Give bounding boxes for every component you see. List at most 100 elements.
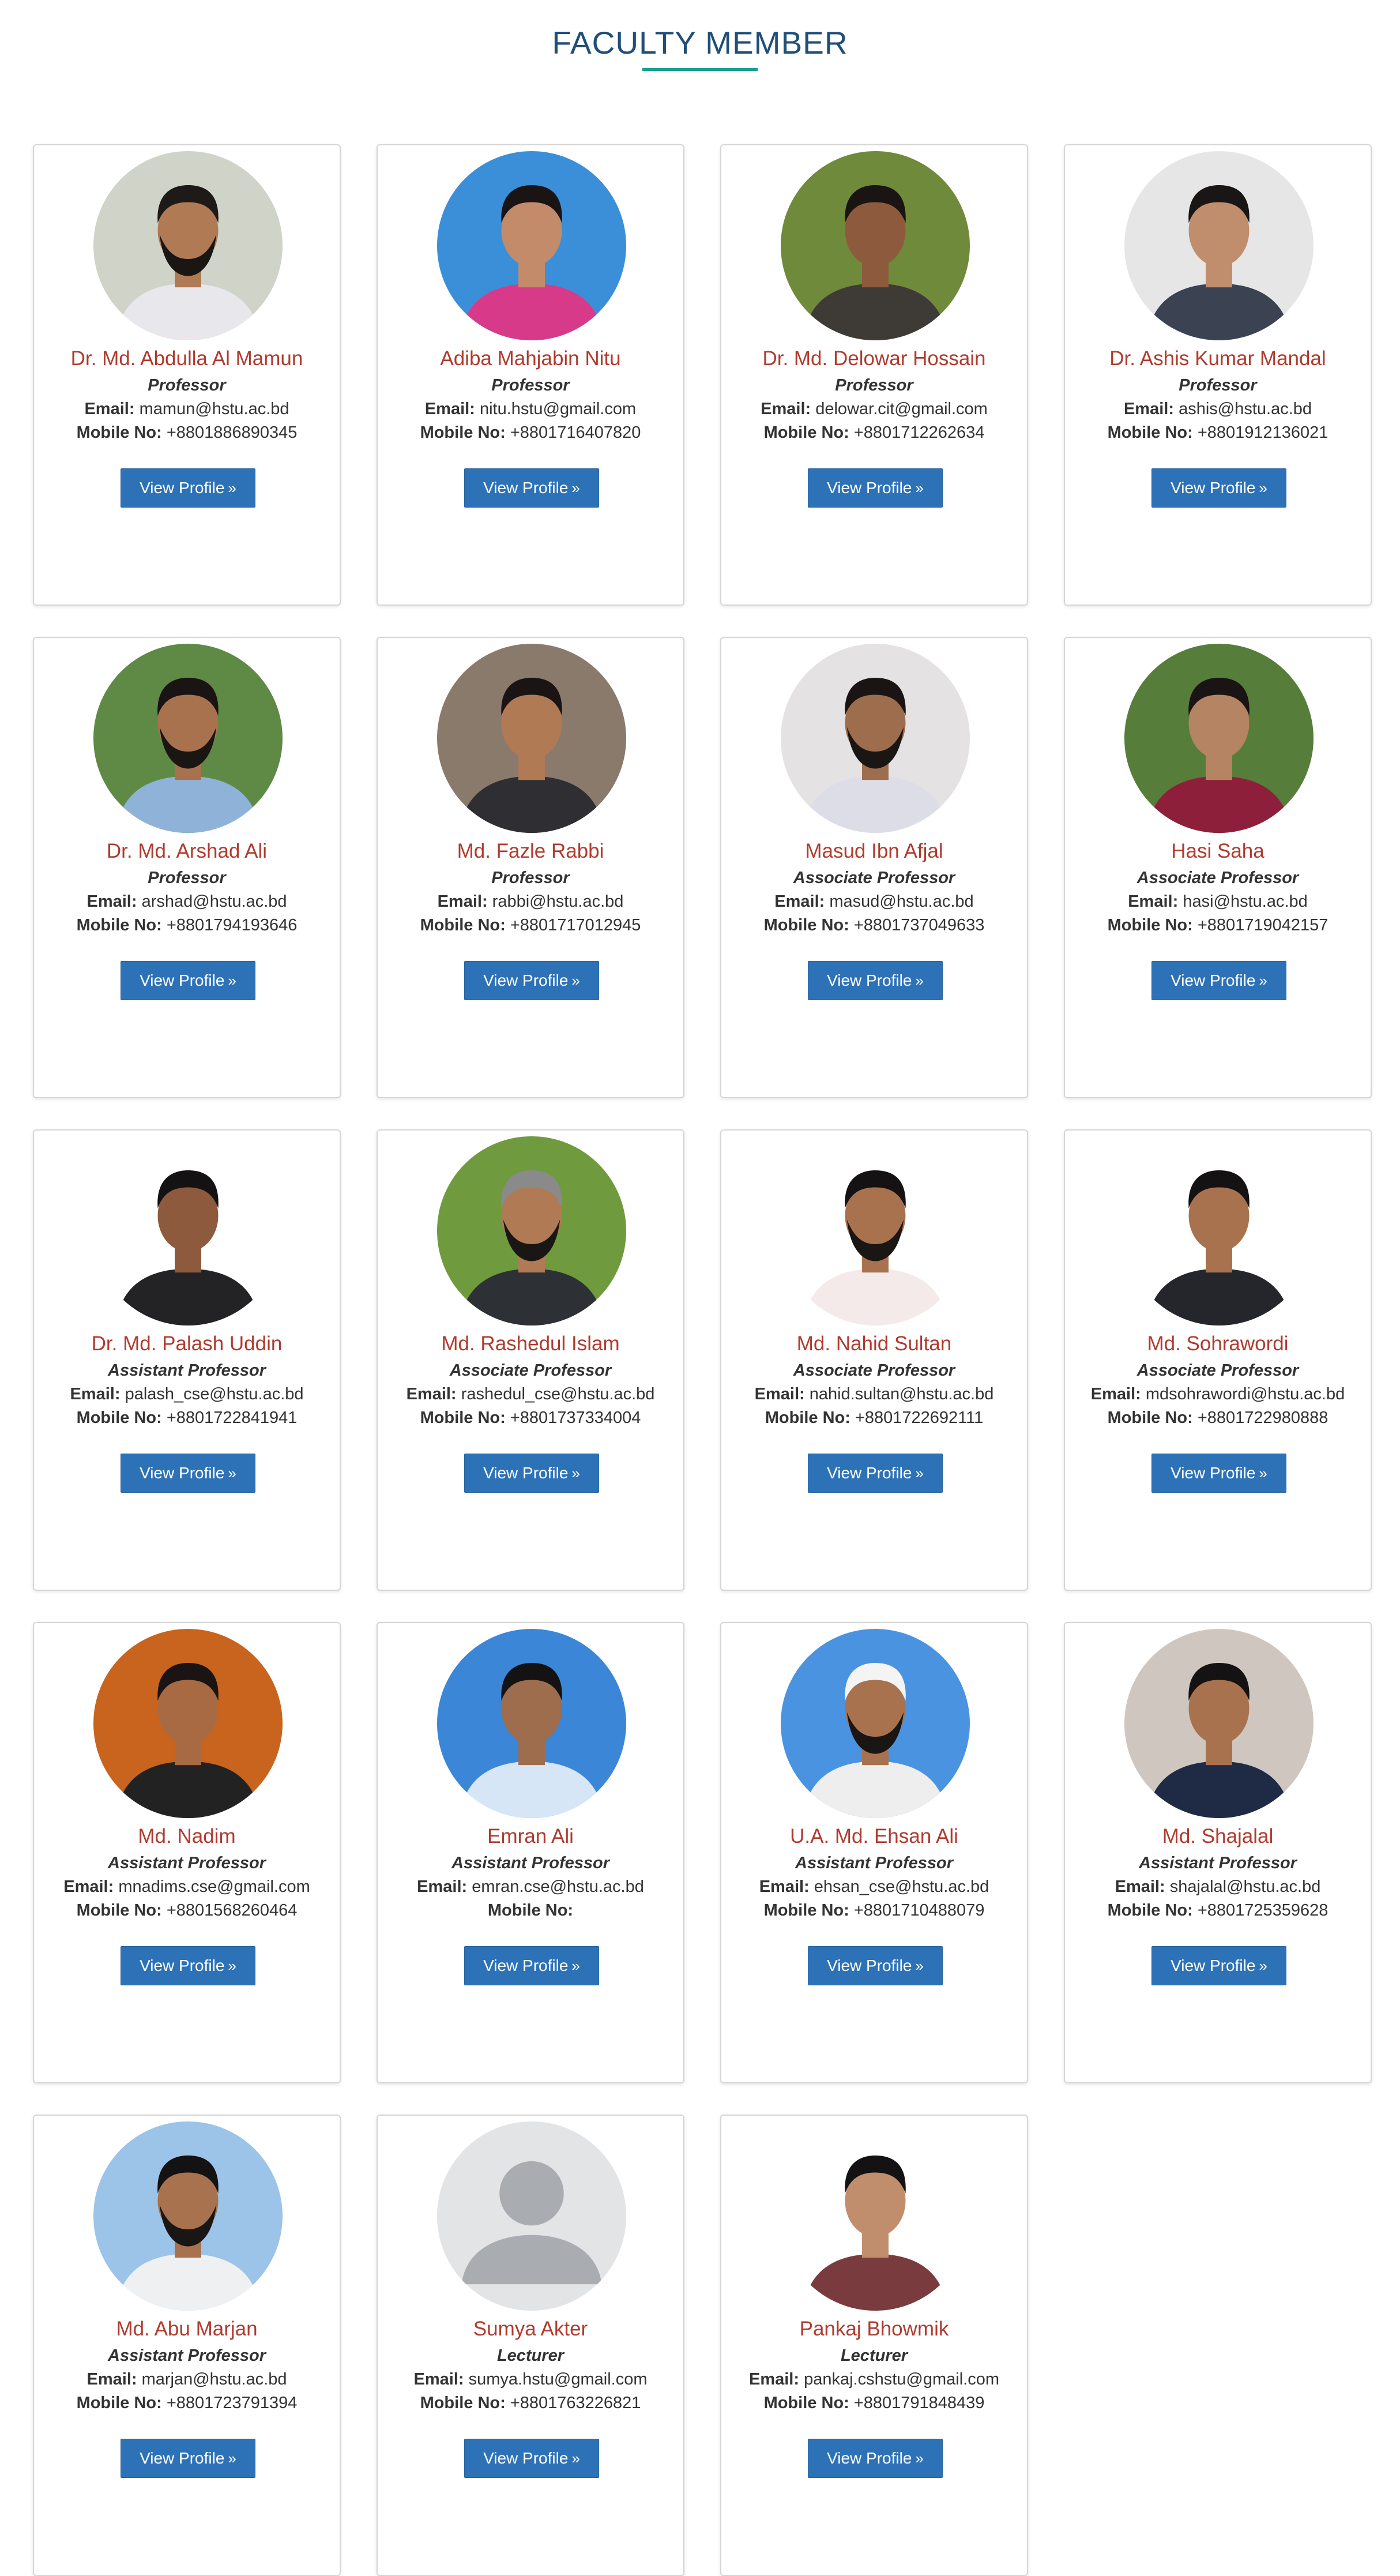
view-profile-button[interactable]: View Profile» bbox=[1151, 1454, 1286, 1493]
email-value: masud@hstu.ac.bd bbox=[829, 892, 974, 911]
faculty-name[interactable]: Sumya Akter bbox=[378, 2318, 683, 2341]
mobile-label: Mobile No: bbox=[763, 2394, 849, 2412]
faculty-name[interactable]: Md. Fazle Rabbi bbox=[378, 840, 683, 863]
faculty-mobile: Mobile No: +8801722841941 bbox=[34, 1409, 340, 1428]
email-label: Email: bbox=[774, 892, 825, 911]
faculty-mobile: Mobile No: +8801791848439 bbox=[721, 2394, 1027, 2413]
view-profile-button[interactable]: View Profile» bbox=[464, 468, 599, 508]
email-value: emran.cse@hstu.ac.bd bbox=[472, 1877, 644, 1896]
faculty-card: Dr. Md. Delowar Hossain Professor Email:… bbox=[720, 144, 1028, 606]
email-value: hasi@hstu.ac.bd bbox=[1183, 892, 1308, 911]
mobile-value: +8801710488079 bbox=[853, 1901, 985, 1920]
faculty-name[interactable]: Dr. Md. Delowar Hossain bbox=[721, 347, 1027, 370]
email-label: Email: bbox=[84, 400, 135, 418]
mobile-value: +8801722980888 bbox=[1197, 1409, 1329, 1427]
view-profile-button[interactable]: View Profile» bbox=[808, 468, 943, 508]
faculty-email: Email: nahid.sultan@hstu.ac.bd bbox=[721, 1385, 1027, 1404]
default-avatar-icon bbox=[437, 2121, 626, 2311]
faculty-name[interactable]: Dr. Md. Palash Uddin bbox=[34, 1332, 340, 1355]
faculty-designation: Associate Professor bbox=[449, 1361, 612, 1380]
faculty-card: Emran Ali Assistant Professor Email: emr… bbox=[377, 1622, 684, 2083]
view-profile-button[interactable]: View Profile» bbox=[121, 1946, 255, 1985]
faculty-photo bbox=[437, 1629, 626, 1818]
view-profile-button[interactable]: View Profile» bbox=[808, 2439, 943, 2478]
faculty-name[interactable]: Md. Abu Marjan bbox=[34, 2318, 340, 2341]
faculty-email: Email: shajalal@hstu.ac.bd bbox=[1065, 1877, 1371, 1897]
faculty-photo bbox=[781, 1136, 970, 1325]
faculty-mobile: Mobile No: +8801719042157 bbox=[1065, 916, 1371, 935]
faculty-name[interactable]: Masud Ibn Afjal bbox=[721, 840, 1027, 863]
view-profile-button[interactable]: View Profile» bbox=[1151, 468, 1286, 508]
mobile-value: +8801912136021 bbox=[1197, 423, 1329, 442]
view-profile-button[interactable]: View Profile» bbox=[464, 2439, 599, 2478]
faculty-name[interactable]: Adiba Mahjabin Nitu bbox=[378, 347, 683, 370]
faculty-mobile: Mobile No: +8801722692111 bbox=[721, 1409, 1027, 1428]
view-profile-button[interactable]: View Profile» bbox=[464, 1946, 599, 1985]
double-chevron-right-icon: » bbox=[1259, 1465, 1267, 1482]
view-profile-label: View Profile bbox=[1171, 1464, 1256, 1482]
faculty-name[interactable]: Dr. Md. Arshad Ali bbox=[34, 840, 340, 863]
mobile-value: +8801763226821 bbox=[510, 2394, 641, 2412]
faculty-card: Dr. Md. Arshad Ali Professor Email: arsh… bbox=[33, 637, 341, 1098]
view-profile-label: View Profile bbox=[483, 2449, 569, 2467]
email-value: nahid.sultan@hstu.ac.bd bbox=[809, 1385, 994, 1403]
faculty-name[interactable]: Md. Rashedul Islam bbox=[378, 1332, 683, 1355]
double-chevron-right-icon: » bbox=[571, 479, 580, 497]
email-value: ashis@hstu.ac.bd bbox=[1179, 400, 1312, 418]
view-profile-button[interactable]: View Profile» bbox=[464, 1454, 599, 1493]
faculty-designation: Lecturer bbox=[840, 2346, 908, 2365]
faculty-mobile: Mobile No: +8801568260464 bbox=[34, 1901, 340, 1920]
faculty-name[interactable]: U.A. Md. Ehsan Ali bbox=[721, 1825, 1027, 1848]
view-profile-button[interactable]: View Profile» bbox=[1151, 1946, 1286, 1985]
view-profile-label: View Profile bbox=[1171, 479, 1256, 497]
view-profile-label: View Profile bbox=[483, 1957, 569, 1974]
faculty-name[interactable]: Dr. Ashis Kumar Mandal bbox=[1065, 347, 1371, 370]
view-profile-button[interactable]: View Profile» bbox=[121, 468, 255, 508]
mobile-value: +8801722692111 bbox=[855, 1409, 984, 1427]
faculty-designation: Associate Professor bbox=[1136, 869, 1299, 887]
faculty-photo bbox=[93, 1136, 283, 1325]
faculty-name[interactable]: Dr. Md. Abdulla Al Mamun bbox=[34, 347, 340, 370]
faculty-email: Email: delowar.cit@gmail.com bbox=[721, 400, 1027, 419]
view-profile-button[interactable]: View Profile» bbox=[808, 1946, 943, 1985]
email-value: pankaj.cshstu@gmail.com bbox=[804, 2370, 999, 2389]
faculty-designation: Assistant Professor bbox=[1139, 1854, 1297, 1872]
title-underline bbox=[642, 68, 758, 71]
view-profile-label: View Profile bbox=[827, 2449, 912, 2467]
faculty-photo bbox=[437, 644, 626, 833]
faculty-email: Email: arshad@hstu.ac.bd bbox=[34, 892, 340, 911]
faculty-mobile: Mobile No: +8801716407820 bbox=[378, 423, 683, 442]
double-chevron-right-icon: » bbox=[571, 1957, 580, 1974]
view-profile-button[interactable]: View Profile» bbox=[808, 961, 943, 1000]
mobile-value: +8801725359628 bbox=[1197, 1901, 1329, 1920]
faculty-name[interactable]: Md. Nahid Sultan bbox=[721, 1332, 1027, 1355]
view-profile-button[interactable]: View Profile» bbox=[121, 961, 255, 1000]
email-value: rashedul_cse@hstu.ac.bd bbox=[461, 1385, 655, 1403]
email-label: Email: bbox=[754, 1385, 805, 1403]
faculty-name[interactable]: Md. Nadim bbox=[34, 1825, 340, 1848]
faculty-name[interactable]: Md. Sohrawordi bbox=[1065, 1332, 1371, 1355]
faculty-name[interactable]: Md. Shajalal bbox=[1065, 1825, 1371, 1848]
view-profile-button[interactable]: View Profile» bbox=[464, 961, 599, 1000]
view-profile-button[interactable]: View Profile» bbox=[121, 1454, 255, 1493]
faculty-card: Md. Nadim Assistant Professor Email: mna… bbox=[33, 1622, 341, 2083]
faculty-name[interactable]: Pankaj Bhowmik bbox=[721, 2318, 1027, 2341]
faculty-grid: Dr. Md. Abdulla Al Mamun Professor Email… bbox=[33, 144, 1372, 2576]
view-profile-button[interactable]: View Profile» bbox=[121, 2439, 255, 2478]
faculty-photo bbox=[93, 644, 283, 833]
email-value: nitu.hstu@gmail.com bbox=[479, 400, 637, 418]
faculty-designation: Professor bbox=[491, 376, 570, 395]
faculty-card: Md. Shajalal Assistant Professor Email: … bbox=[1064, 1622, 1372, 2083]
double-chevron-right-icon: » bbox=[1259, 972, 1267, 989]
view-profile-button[interactable]: View Profile» bbox=[808, 1454, 943, 1493]
faculty-name[interactable]: Hasi Saha bbox=[1065, 840, 1371, 863]
view-profile-label: View Profile bbox=[140, 1957, 225, 1974]
mobile-value: +8801722841941 bbox=[166, 1409, 298, 1427]
faculty-name[interactable]: Emran Ali bbox=[378, 1825, 683, 1848]
faculty-email: Email: ashis@hstu.ac.bd bbox=[1065, 400, 1371, 419]
faculty-mobile: Mobile No: +8801717012945 bbox=[378, 916, 683, 935]
view-profile-button[interactable]: View Profile» bbox=[1151, 961, 1286, 1000]
faculty-card: Dr. Ashis Kumar Mandal Professor Email: … bbox=[1064, 144, 1372, 606]
view-profile-label: View Profile bbox=[483, 479, 569, 497]
mobile-label: Mobile No: bbox=[765, 1409, 850, 1427]
